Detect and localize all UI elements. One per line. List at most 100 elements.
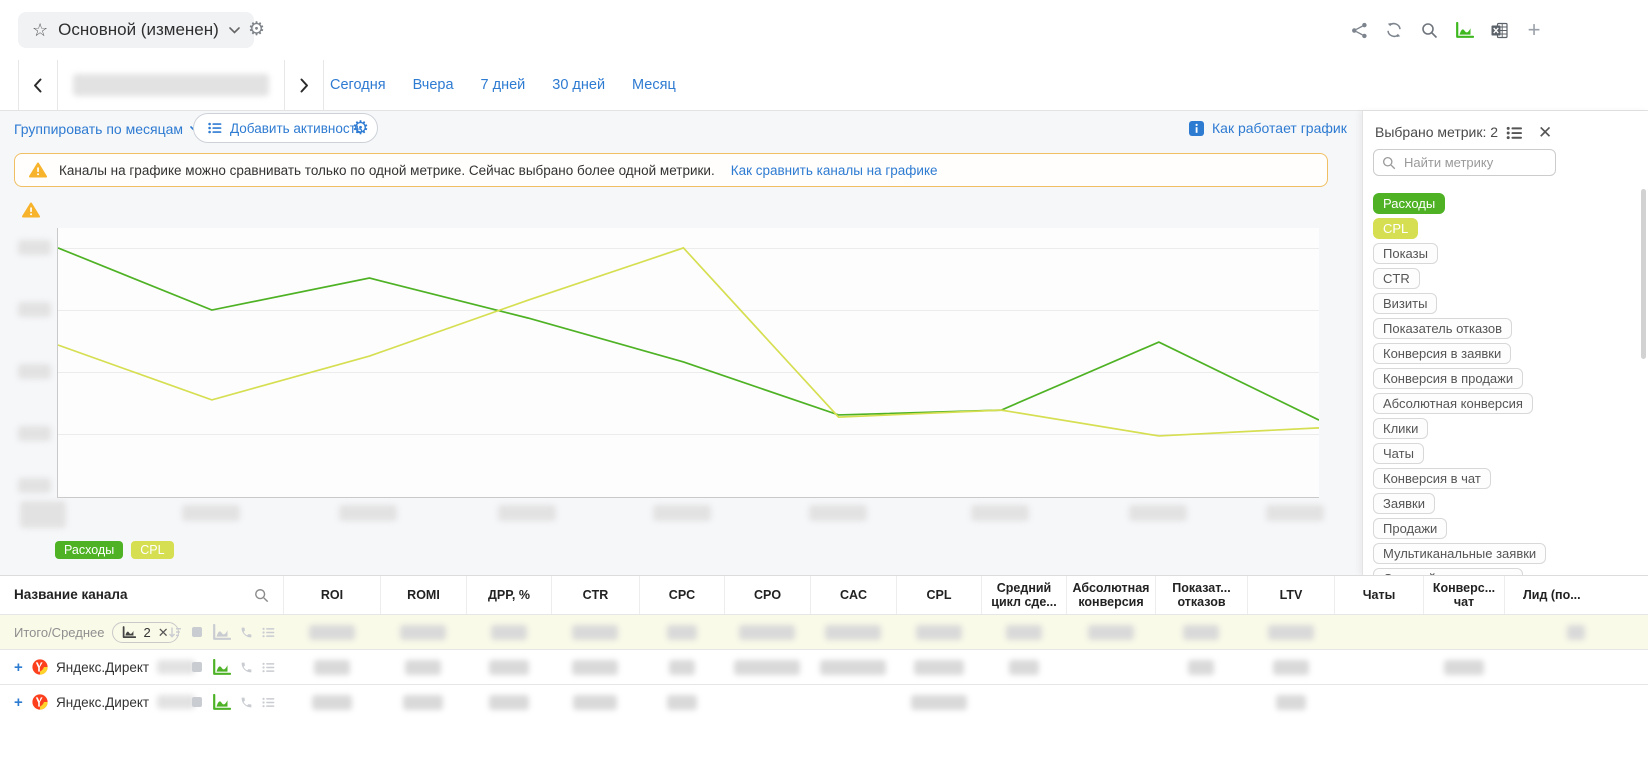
row-name-cell: +Яндекс.Директ bbox=[0, 650, 283, 684]
metric-chip[interactable]: Конверсия в заявки bbox=[1373, 343, 1511, 364]
column-header[interactable]: CPL bbox=[896, 576, 981, 614]
metric-chip[interactable]: Клики bbox=[1373, 418, 1428, 439]
list-view-icon[interactable] bbox=[1506, 126, 1523, 140]
sort-icon[interactable] bbox=[168, 626, 182, 639]
column-header[interactable]: ROMI bbox=[380, 576, 466, 614]
metric-chip[interactable]: Конверсия в чат bbox=[1373, 468, 1491, 489]
report-selector[interactable]: ☆ Основной (изменен) bbox=[18, 12, 254, 48]
date-preset[interactable]: Сегодня bbox=[330, 77, 386, 93]
warning-link[interactable]: Как сравнить каналы на графике bbox=[731, 163, 938, 178]
metric-chip[interactable]: Конверсия в продажи bbox=[1373, 368, 1523, 389]
share-icon[interactable] bbox=[1349, 21, 1369, 39]
table-cell bbox=[981, 650, 1066, 684]
column-header[interactable]: Средний цикл сде... bbox=[981, 576, 1066, 614]
phone-icon[interactable] bbox=[240, 696, 253, 709]
column-header-name[interactable]: Название канала bbox=[0, 576, 283, 614]
phone-icon[interactable] bbox=[240, 661, 253, 674]
scrollbar-thumb[interactable] bbox=[1641, 189, 1646, 359]
metric-chip[interactable]: Продажи bbox=[1373, 518, 1447, 539]
column-header[interactable]: ROI bbox=[283, 576, 380, 614]
table-cell bbox=[981, 685, 1066, 719]
square-icon[interactable] bbox=[191, 626, 203, 638]
table-cell bbox=[810, 685, 896, 719]
metric-chip[interactable]: Расходы bbox=[1373, 193, 1445, 214]
column-header[interactable]: ДРР, % bbox=[466, 576, 551, 614]
cell-value-redacted bbox=[669, 660, 695, 675]
metric-search-input[interactable] bbox=[1402, 154, 1536, 171]
list-icon[interactable] bbox=[262, 627, 275, 638]
table-cell bbox=[283, 650, 380, 684]
chart-settings-gear-icon[interactable]: ⚙ bbox=[352, 119, 369, 138]
column-header[interactable]: LTV bbox=[1247, 576, 1334, 614]
row-action-icons bbox=[168, 615, 275, 649]
metric-chip[interactable]: Заявки bbox=[1373, 493, 1435, 514]
cell-value-redacted bbox=[911, 695, 967, 710]
column-header[interactable]: Чаты bbox=[1334, 576, 1423, 614]
date-preset[interactable]: Вчера bbox=[413, 77, 454, 93]
expand-row-button[interactable]: + bbox=[14, 694, 24, 711]
table-cell bbox=[466, 650, 551, 684]
expand-row-button[interactable]: + bbox=[14, 659, 24, 676]
cell-value-redacted bbox=[309, 625, 355, 640]
column-header[interactable]: Показат... отказов bbox=[1155, 576, 1247, 614]
date-preset[interactable]: 30 дней bbox=[552, 77, 605, 93]
metric-chip[interactable]: Абсолютная конверсия bbox=[1373, 393, 1533, 414]
metric-chip[interactable]: Показы bbox=[1373, 243, 1438, 264]
y-axis-label-redacted bbox=[18, 426, 51, 441]
cell-value-redacted bbox=[405, 660, 441, 675]
table-cell bbox=[283, 615, 380, 649]
how-chart-works-link[interactable]: Как работает график bbox=[1189, 120, 1347, 136]
y-axis-label-redacted bbox=[18, 364, 51, 379]
column-header[interactable]: Конверс... чат bbox=[1423, 576, 1504, 614]
app-root: ☆ Основной (изменен) ⚙ + Сегодня Вчера 7 д… bbox=[0, 0, 1648, 757]
list-icon[interactable] bbox=[262, 662, 275, 673]
list-icon[interactable] bbox=[262, 697, 275, 708]
metric-chip[interactable]: CPL bbox=[1373, 218, 1418, 239]
search-icon[interactable] bbox=[254, 588, 269, 603]
yandex-direct-icon bbox=[32, 659, 48, 675]
report-settings-gear-icon[interactable]: ⚙ bbox=[248, 20, 265, 39]
prev-period-button[interactable] bbox=[19, 60, 58, 110]
search-icon[interactable] bbox=[1419, 21, 1439, 39]
metric-chip[interactable]: CTR bbox=[1373, 268, 1420, 289]
star-icon[interactable]: ☆ bbox=[32, 21, 48, 39]
chart-icon[interactable] bbox=[212, 624, 231, 641]
cell-value-redacted bbox=[572, 625, 618, 640]
next-period-button[interactable] bbox=[284, 60, 323, 110]
chart-warning-triangle-icon[interactable] bbox=[22, 202, 40, 223]
chart-icon[interactable] bbox=[212, 694, 231, 711]
line-chart[interactable] bbox=[57, 228, 1319, 498]
metric-chip[interactable]: Мультиканальные заявки bbox=[1373, 543, 1546, 564]
excel-icon[interactable] bbox=[1489, 21, 1509, 39]
column-header[interactable]: Лид (по... bbox=[1504, 576, 1648, 614]
cell-value-redacted bbox=[489, 660, 529, 675]
date-range-display[interactable] bbox=[58, 60, 284, 110]
metric-chip[interactable]: Чаты bbox=[1373, 443, 1424, 464]
table-cell bbox=[466, 615, 551, 649]
x-axis-label-redacted bbox=[20, 501, 66, 528]
column-header[interactable]: CPC bbox=[639, 576, 724, 614]
y-axis-label-redacted bbox=[18, 478, 51, 493]
metric-chip[interactable]: Показатель отказов bbox=[1373, 318, 1512, 339]
date-preset[interactable]: 7 дней bbox=[481, 77, 526, 93]
chart-icon[interactable] bbox=[212, 659, 231, 676]
column-header[interactable]: CTR bbox=[551, 576, 639, 614]
column-header[interactable]: Абсолютная конверсия bbox=[1066, 576, 1155, 614]
close-icon[interactable]: ✕ bbox=[1538, 124, 1552, 141]
legend-chip[interactable]: Расходы bbox=[55, 541, 123, 559]
column-header[interactable]: CAC bbox=[810, 576, 896, 614]
refresh-icon[interactable] bbox=[1384, 21, 1404, 39]
chart-icon[interactable] bbox=[1454, 21, 1474, 39]
square-icon[interactable] bbox=[191, 696, 203, 708]
add-activity-button[interactable]: Добавить активность bbox=[193, 113, 378, 143]
legend-chip[interactable]: CPL bbox=[131, 541, 173, 559]
table-cell bbox=[724, 650, 810, 684]
phone-icon[interactable] bbox=[240, 626, 253, 639]
metric-chip[interactable]: Визиты bbox=[1373, 293, 1437, 314]
group-by-dropdown[interactable]: Группировать по месяцам bbox=[14, 121, 201, 137]
column-header[interactable]: CPO bbox=[724, 576, 810, 614]
date-preset[interactable]: Месяц bbox=[632, 77, 676, 93]
plus-icon[interactable]: + bbox=[1524, 21, 1544, 39]
square-icon[interactable] bbox=[191, 661, 203, 673]
close-icon[interactable]: ✕ bbox=[158, 626, 169, 639]
